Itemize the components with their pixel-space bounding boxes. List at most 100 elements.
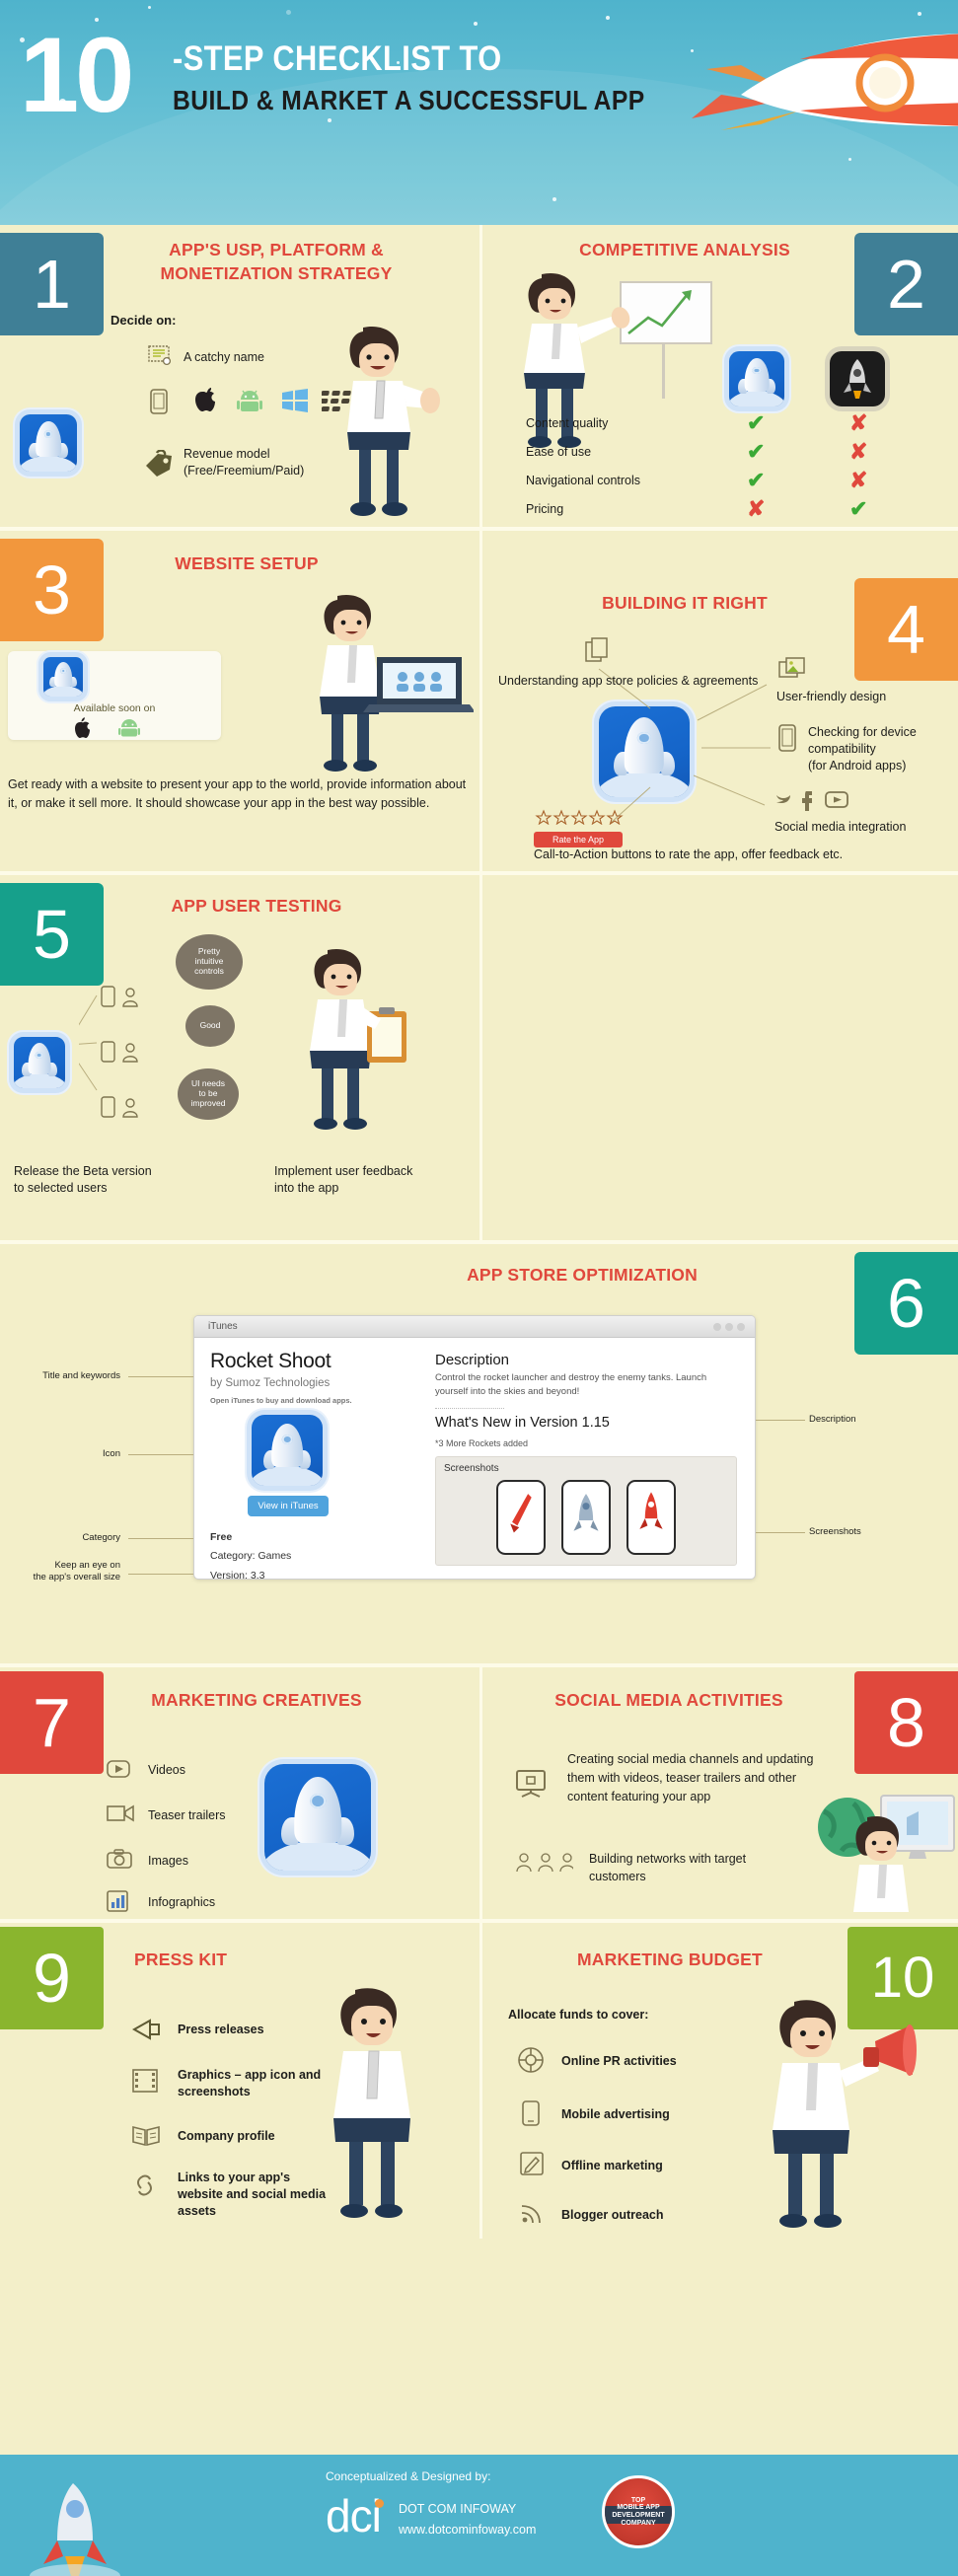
- step-7-title: MARKETING CREATIVES: [151, 1690, 362, 1710]
- laptop-person-illustration: [320, 594, 474, 772]
- step-10-panel: 10 MARKETING BUDGET Allocate funds to co…: [482, 1923, 958, 2239]
- video-camera-icon: [107, 1804, 134, 1822]
- app-category: Category: Games: [210, 1550, 292, 1563]
- feedback-bubble-3: UI needs to be improved: [178, 1068, 239, 1120]
- available-soon-badge: Available soon on: [8, 651, 221, 740]
- step-1-title-line1: APP'S USP, PLATFORM &: [169, 240, 384, 259]
- dci-logo-text: dci: [326, 2490, 382, 2541]
- step-1-title: APP'S USP, PLATFORM & MONETIZATION STRAT…: [109, 239, 444, 285]
- step-10-item-1: Online PR activities: [561, 2054, 677, 2068]
- app-price: Free: [210, 1531, 233, 1543]
- step-6-panel: 6 APP STORE OPTIMIZATION iTunes Rocket S…: [0, 1244, 958, 1663]
- step-8-item-2-l2: customers: [589, 1869, 646, 1883]
- step-4-item-2: User-friendly design: [776, 690, 887, 703]
- footer-rocket-illustration: [30, 2483, 120, 2576]
- rate-the-app-button[interactable]: Rate the App: [534, 832, 623, 847]
- screenshot-thumb[interactable]: [561, 1479, 611, 1555]
- screenshot-thumb[interactable]: [626, 1479, 676, 1555]
- step-5-number: 5: [0, 883, 104, 986]
- step-10-item-3: Offline marketing: [561, 2159, 663, 2172]
- windows-icon: [282, 389, 308, 412]
- step-4-item-3-l1: Checking for device: [808, 725, 917, 739]
- screenshots-heading: Screenshots: [444, 1462, 499, 1474]
- description-body: Control the rocket launcher and destroy …: [435, 1372, 707, 1398]
- badge-line-3: DEVELOPMENT: [612, 2512, 665, 2519]
- header-big-number: 10: [20, 15, 134, 134]
- step-8-panel: 8 SOCIAL MEDIA ACTIVITIES Creating socia…: [482, 1667, 958, 1919]
- step-1-item-name: A catchy name: [184, 350, 264, 364]
- app-title: Rocket Shoot: [210, 1350, 332, 1372]
- row-7-8: 7 MARKETING CREATIVES Videos Teaser trai…: [0, 1667, 958, 1919]
- user-device-icon: [101, 1096, 138, 1118]
- cross-icon: ✘: [849, 468, 868, 492]
- callout-app-size: Keep an eye on the app's overall size: [0, 1560, 120, 1583]
- itunes-right-column: Description Control the rocket launcher …: [435, 1352, 737, 1566]
- step-9-panel: 9 PRESS KIT Press releases Graphics – ap…: [0, 1923, 479, 2239]
- step-4-title: BUILDING IT RIGHT: [602, 593, 768, 613]
- user-device-icon: [101, 1041, 138, 1063]
- step-9-title: PRESS KIT: [134, 1950, 228, 1969]
- feedback-bubble-2: Good: [185, 1005, 235, 1047]
- app-icon: [264, 1764, 371, 1871]
- step-1-panel: 1 APP'S USP, PLATFORM & MONETIZATION STR…: [0, 225, 479, 527]
- device-icon: [778, 724, 796, 752]
- check-icon: ✔: [849, 496, 868, 521]
- step-5-panel: 5 APP USER TESTING Pretty intuitive cont…: [0, 875, 479, 1240]
- step-4-item-1: Understanding app store policies & agree…: [498, 674, 759, 688]
- app-developer: by Sumoz Technologies: [210, 1377, 331, 1389]
- callout-app-size-l1: Keep an eye on: [54, 1560, 120, 1571]
- infographic-page: 10 -STEP CHECKLIST TO BUILD & MARKET A S…: [0, 0, 958, 2576]
- step-9-item-1: Press releases: [178, 2023, 264, 2036]
- bubble-1-l3: controls: [194, 965, 224, 976]
- phone-icon: [150, 389, 168, 414]
- callout-app-size-l2: the app's overall size: [33, 1571, 120, 1582]
- app-icon: [14, 1037, 65, 1088]
- app-icon: [20, 414, 77, 472]
- caption-left-l1: Release the Beta version: [14, 1164, 152, 1178]
- step-8-item-2: Building networks with target customers: [589, 1851, 776, 1885]
- view-in-itunes-button[interactable]: View in iTunes: [248, 1496, 329, 1516]
- step-9-item-3: Company profile: [178, 2129, 275, 2143]
- callout-icon: Icon: [103, 1448, 120, 1459]
- rating-stars-icon: [535, 809, 624, 826]
- badge-line-4: COMPANY: [621, 2519, 656, 2527]
- description-heading: Description: [435, 1352, 510, 1368]
- step-4-item-3-l2: compatibility: [808, 741, 876, 756]
- itunes-window: iTunes Rocket Shoot by Sumoz Technologie…: [193, 1315, 756, 1580]
- row-5: 5 APP USER TESTING Pretty intuitive cont…: [0, 875, 958, 1240]
- android-icon: [237, 390, 262, 411]
- badge-text: TOP MOBILE APP DEVELOPMENT COMPANY: [612, 2497, 664, 2528]
- mobile-icon: [522, 2100, 540, 2126]
- book-icon: [132, 2125, 160, 2146]
- step-1-number: 1: [0, 233, 104, 335]
- header-title-line2: BUILD & MARKET A SUCCESSFUL APP: [173, 85, 645, 115]
- cross-icon: ✘: [747, 496, 766, 521]
- tester-row: [101, 1096, 146, 1123]
- step-10-intro: Allocate funds to cover:: [508, 2008, 649, 2022]
- footer-strip: [0, 2450, 958, 2455]
- comparison-row-label: Pricing: [526, 502, 564, 516]
- step-2-number: 2: [854, 233, 958, 335]
- step-4-item-3-l3: (for Android apps): [808, 758, 907, 773]
- social-person-illustration: [818, 1795, 955, 1912]
- android-icon: [118, 719, 140, 737]
- step-1-item-revenue-l1: Revenue model: [184, 447, 270, 461]
- caption-left-l2: to selected users: [14, 1180, 108, 1195]
- available-soon-text: Available soon on: [73, 702, 156, 714]
- itunes-window-label: iTunes: [208, 1321, 238, 1332]
- whatsnew-heading: What's New in Version 1.15: [435, 1414, 610, 1431]
- step-7-item-1: Videos: [148, 1763, 185, 1777]
- footer-website[interactable]: www.dotcominfoway.com: [399, 2520, 536, 2540]
- callout-line: [128, 1538, 193, 1539]
- screenshot-thumb[interactable]: [496, 1479, 546, 1555]
- lifebuoy-icon: [518, 2047, 544, 2073]
- check-icon: ✔: [747, 439, 766, 464]
- feedback-bubble-1: Pretty intuitive controls: [176, 934, 243, 990]
- step-4-panel: 4 BUILDING IT RIGHT Understanding app st…: [482, 531, 958, 871]
- bubble-3-l3: improved: [190, 1097, 226, 1108]
- step-2-title: COMPETITIVE ANALYSIS: [579, 240, 790, 259]
- social-icons: [776, 791, 848, 811]
- step-3-panel: 3 WEBSITE SETUP Available soon on Get re…: [0, 531, 479, 871]
- filmstrip-icon: [132, 2069, 158, 2093]
- step-4-item-5: Call-to-Action buttons to rate the app, …: [534, 847, 844, 861]
